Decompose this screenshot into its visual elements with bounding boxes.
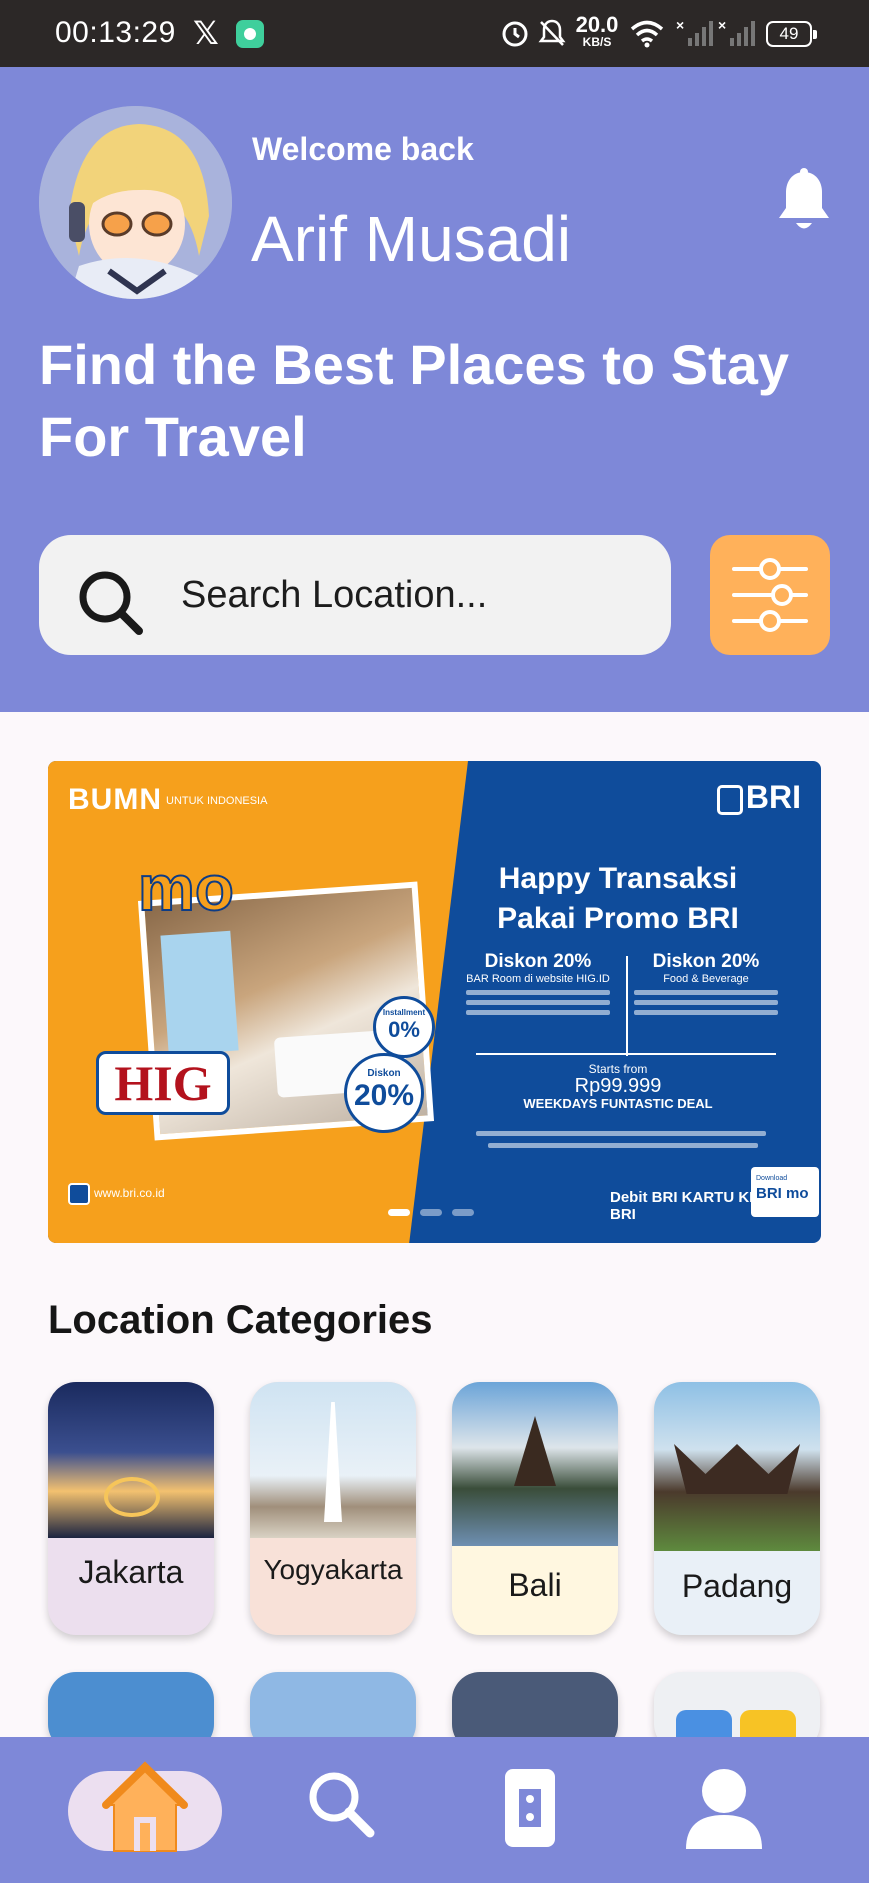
category-label: Jakarta [78,1554,184,1590]
installment-badge: Installment 0% [373,996,435,1058]
x-app-icon: 𝕏 [193,15,219,51]
home-icon[interactable] [100,1761,190,1857]
jakarta-image [48,1382,214,1538]
offer-room: Diskon 20% BAR Room di website HIG.ID [458,951,618,1015]
download-app-box: Download BRI mo [751,1167,819,1217]
bali-image [452,1382,618,1546]
bell-off-icon [538,19,566,46]
avatar-image [39,106,232,299]
category-label: Padang [681,1568,793,1604]
svg-text:×: × [718,18,726,33]
promo-title: Happy Transaksi Pakai Promo BRI [497,862,739,935]
search-icon[interactable] [304,1767,376,1839]
carousel-dot[interactable] [388,1209,410,1216]
mo-logo: mo [137,851,235,925]
notification-bell-icon[interactable] [776,168,832,234]
bri-logo: BRI [716,779,801,816]
network-speed: 20.0 KB/S [575,12,619,49]
signal-1-icon: × [676,18,713,46]
category-card-padang[interactable]: Padang [654,1382,820,1635]
welcome-text: Welcome back [252,131,474,167]
price-block: Starts from Rp99.999 WEEKDAYS FUNTASTIC … [523,1062,713,1111]
category-label: Yogyakarta [263,1554,403,1585]
sliders-icon [732,558,808,632]
category-card-bali[interactable]: Bali [452,1382,618,1635]
section-title-location-categories: Location Categories [48,1298,433,1342]
wifi-icon [630,20,664,48]
offer-food: Diskon 20% Food & Beverage [626,951,786,1015]
carousel-dot[interactable] [420,1209,442,1216]
search-bar[interactable] [39,535,671,655]
filter-button[interactable] [710,535,830,655]
svg-text:×: × [676,18,684,33]
user-name: Arif Musadi [251,203,572,275]
search-input[interactable] [181,563,651,627]
yogyakarta-image [250,1382,416,1538]
carousel-dot[interactable] [452,1209,474,1216]
fine-print [476,1131,766,1136]
hig-logo: HIG [96,1051,230,1115]
padang-image [654,1382,820,1551]
page-headline: Find the Best Places to Stay For Travel [39,333,789,468]
carousel-indicator [388,1209,474,1216]
status-time: 00:13:29 [55,16,176,49]
search-icon [79,571,143,635]
category-card-yogyakarta[interactable]: Yogyakarta [250,1382,416,1635]
banner-divider [476,1053,776,1055]
signal-2-icon: × [718,18,755,46]
promo-banner-carousel[interactable]: BUMN UNTUK INDONESIA BRI mo HIG Installme… [48,761,821,1243]
fine-print [488,1143,758,1148]
profile-icon[interactable] [684,1767,764,1849]
alarm-icon [502,21,528,47]
category-card-jakarta[interactable]: Jakarta [48,1382,214,1635]
website-text: www.bri.co.id [68,1183,165,1205]
bottom-navigation [0,1737,869,1883]
avatar[interactable] [39,106,232,299]
ticket-icon[interactable] [503,1767,557,1849]
discount-badge: Diskon 20% [344,1053,424,1133]
status-bar: 00:13:29 𝕏 20.0 KB/S × × 49 [0,0,869,67]
bumn-logo: BUMN UNTUK INDONESIA [68,783,268,816]
header: Welcome back Arif Musadi Find the Best P… [0,67,869,712]
category-label: Bali [508,1567,562,1603]
chat-app-icon [236,20,264,48]
battery-indicator: 49 [766,21,817,47]
